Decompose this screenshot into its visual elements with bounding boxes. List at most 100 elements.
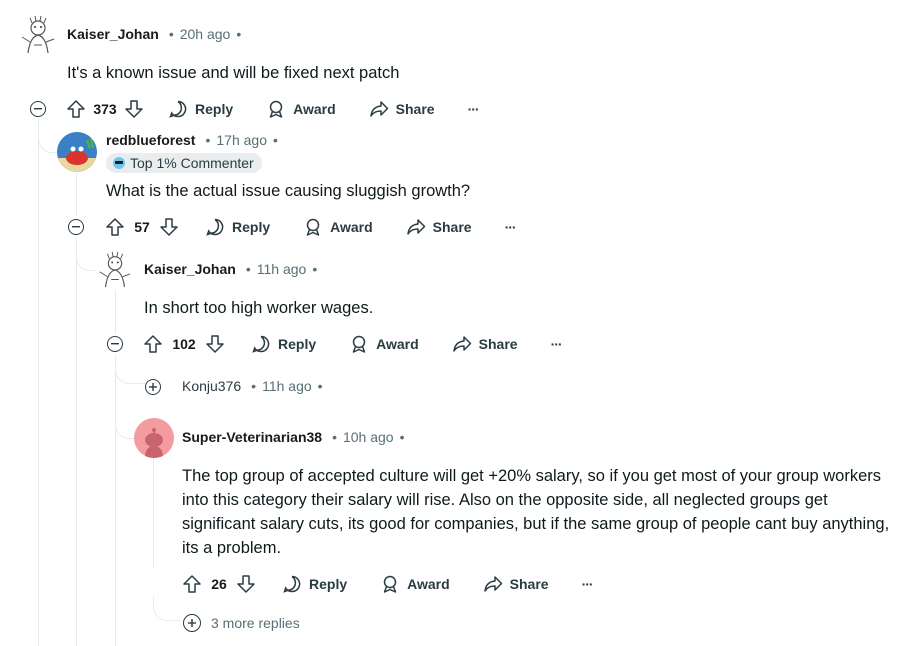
- thread-branch: [76, 238, 97, 271]
- comment-timestamp[interactable]: 10h ago: [343, 429, 394, 445]
- more-options-button[interactable]: ···: [467, 101, 480, 117]
- downvote-button[interactable]: [122, 99, 146, 119]
- user-flair-badge: Top 1% Commenter: [106, 153, 262, 173]
- award-button[interactable]: Award: [380, 574, 450, 594]
- comment-actions: 373 Reply Award Share ···: [64, 93, 480, 125]
- upvote-button[interactable]: [141, 334, 165, 354]
- vote-count: 102: [172, 336, 196, 352]
- comment-author[interactable]: Konju376: [182, 378, 241, 394]
- downvote-button[interactable]: [157, 217, 181, 237]
- vote-count: 57: [134, 219, 150, 235]
- expand-button[interactable]: [145, 379, 161, 395]
- comment-body-line: significant salary cuts, its good for co…: [182, 515, 890, 533]
- award-icon: [352, 335, 366, 353]
- comment-timestamp[interactable]: 11h ago: [262, 378, 312, 394]
- meta-separator: •: [312, 261, 318, 277]
- collapse-button[interactable]: [68, 219, 84, 235]
- collapse-icon: [111, 343, 119, 345]
- award-button[interactable]: Award: [266, 99, 336, 119]
- more-icon: ···: [467, 101, 480, 117]
- award-icon: [383, 575, 397, 593]
- meta-separator: •: [332, 429, 337, 445]
- comment-body-line: into this category their salary will ris…: [182, 491, 828, 509]
- thread-line-level-3[interactable]: [115, 290, 116, 334]
- expand-button[interactable]: [183, 614, 201, 632]
- more-options-button[interactable]: ···: [581, 576, 594, 592]
- share-button[interactable]: Share: [369, 99, 435, 119]
- thread-line-level-2[interactable]: [76, 172, 77, 216]
- vote-count: 373: [93, 101, 117, 117]
- reply-button[interactable]: Reply: [251, 334, 316, 354]
- collapse-icon: [72, 226, 80, 228]
- meta-separator: •: [399, 429, 405, 445]
- award-label: Award: [330, 219, 373, 235]
- comment-author[interactable]: Kaiser_Johan: [144, 261, 236, 277]
- comment-actions: 102 Reply Award Share ···: [141, 328, 563, 360]
- upvote-button[interactable]: [103, 217, 127, 237]
- more-options-button[interactable]: ···: [505, 219, 517, 235]
- upvote-button[interactable]: [64, 99, 88, 119]
- share-button[interactable]: Share: [483, 574, 549, 594]
- reply-icon: [283, 575, 301, 593]
- award-label: Award: [293, 101, 336, 117]
- reply-icon: [169, 100, 187, 118]
- reply-label: Reply: [232, 219, 271, 235]
- collapse-button[interactable]: [107, 336, 123, 352]
- downvote-icon: [160, 218, 178, 236]
- share-button[interactable]: Share: [406, 217, 472, 237]
- share-button[interactable]: Share: [452, 334, 518, 354]
- thread-branch: [153, 596, 180, 621]
- collapse-icon: [34, 108, 42, 110]
- more-icon: ···: [581, 576, 594, 592]
- meta-separator: •: [317, 378, 323, 394]
- more-replies-link[interactable]: 3 more replies: [183, 614, 300, 632]
- comment-timestamp[interactable]: 17h ago: [216, 132, 267, 148]
- comment-body: What is the actual issue causing sluggis…: [106, 182, 471, 200]
- comment-timestamp[interactable]: 20h ago: [180, 26, 231, 42]
- comment-actions: 26 Reply Award Share ···: [180, 568, 594, 600]
- thread-branch: [115, 395, 136, 439]
- more-options-button[interactable]: ···: [550, 336, 563, 352]
- award-label: Award: [407, 576, 450, 592]
- meta-separator: •: [251, 378, 257, 394]
- thread-line-level-1[interactable]: [38, 120, 39, 646]
- downvote-icon: [206, 335, 224, 353]
- thread-line-level-2[interactable]: [76, 238, 77, 646]
- avatar[interactable]: [96, 250, 134, 290]
- award-icon: [306, 218, 320, 236]
- comment-author[interactable]: Kaiser_Johan: [67, 26, 159, 42]
- reply-button[interactable]: Reply: [205, 217, 270, 237]
- comment-body: It's a known issue and will be fixed nex…: [67, 64, 400, 82]
- upvote-button[interactable]: [180, 574, 204, 594]
- upvote-icon: [67, 100, 85, 118]
- avatar[interactable]: [134, 418, 174, 458]
- avatar[interactable]: [57, 132, 97, 172]
- reply-button[interactable]: Reply: [168, 99, 233, 119]
- collapse-button[interactable]: [30, 101, 46, 117]
- award-icon: [269, 100, 283, 118]
- share-label: Share: [478, 336, 518, 352]
- share-icon: [483, 576, 502, 592]
- share-label: Share: [395, 101, 435, 117]
- vote-count: 26: [211, 576, 227, 592]
- comment-author[interactable]: Super-Veterinarian38: [182, 429, 322, 445]
- award-button[interactable]: Award: [303, 217, 373, 237]
- reply-label: Reply: [278, 336, 317, 352]
- share-icon: [406, 219, 425, 235]
- reply-button[interactable]: Reply: [282, 574, 347, 594]
- thread-line-level-4[interactable]: [153, 458, 154, 568]
- comment-timestamp[interactable]: 11h ago: [257, 261, 307, 277]
- meta-separator: •: [205, 132, 211, 148]
- downvote-button[interactable]: [203, 334, 227, 354]
- comment-author[interactable]: redblueforest: [106, 132, 195, 148]
- share-icon: [452, 336, 471, 352]
- meta-separator: •: [168, 26, 174, 42]
- downvote-button[interactable]: [234, 574, 258, 594]
- meta-separator: •: [245, 261, 251, 277]
- upvote-icon: [106, 218, 124, 236]
- meta-separator: •: [272, 132, 278, 148]
- more-icon: ···: [550, 336, 563, 352]
- commenter-badge-icon: [113, 157, 125, 169]
- award-button[interactable]: Award: [349, 334, 419, 354]
- avatar[interactable]: [18, 15, 58, 55]
